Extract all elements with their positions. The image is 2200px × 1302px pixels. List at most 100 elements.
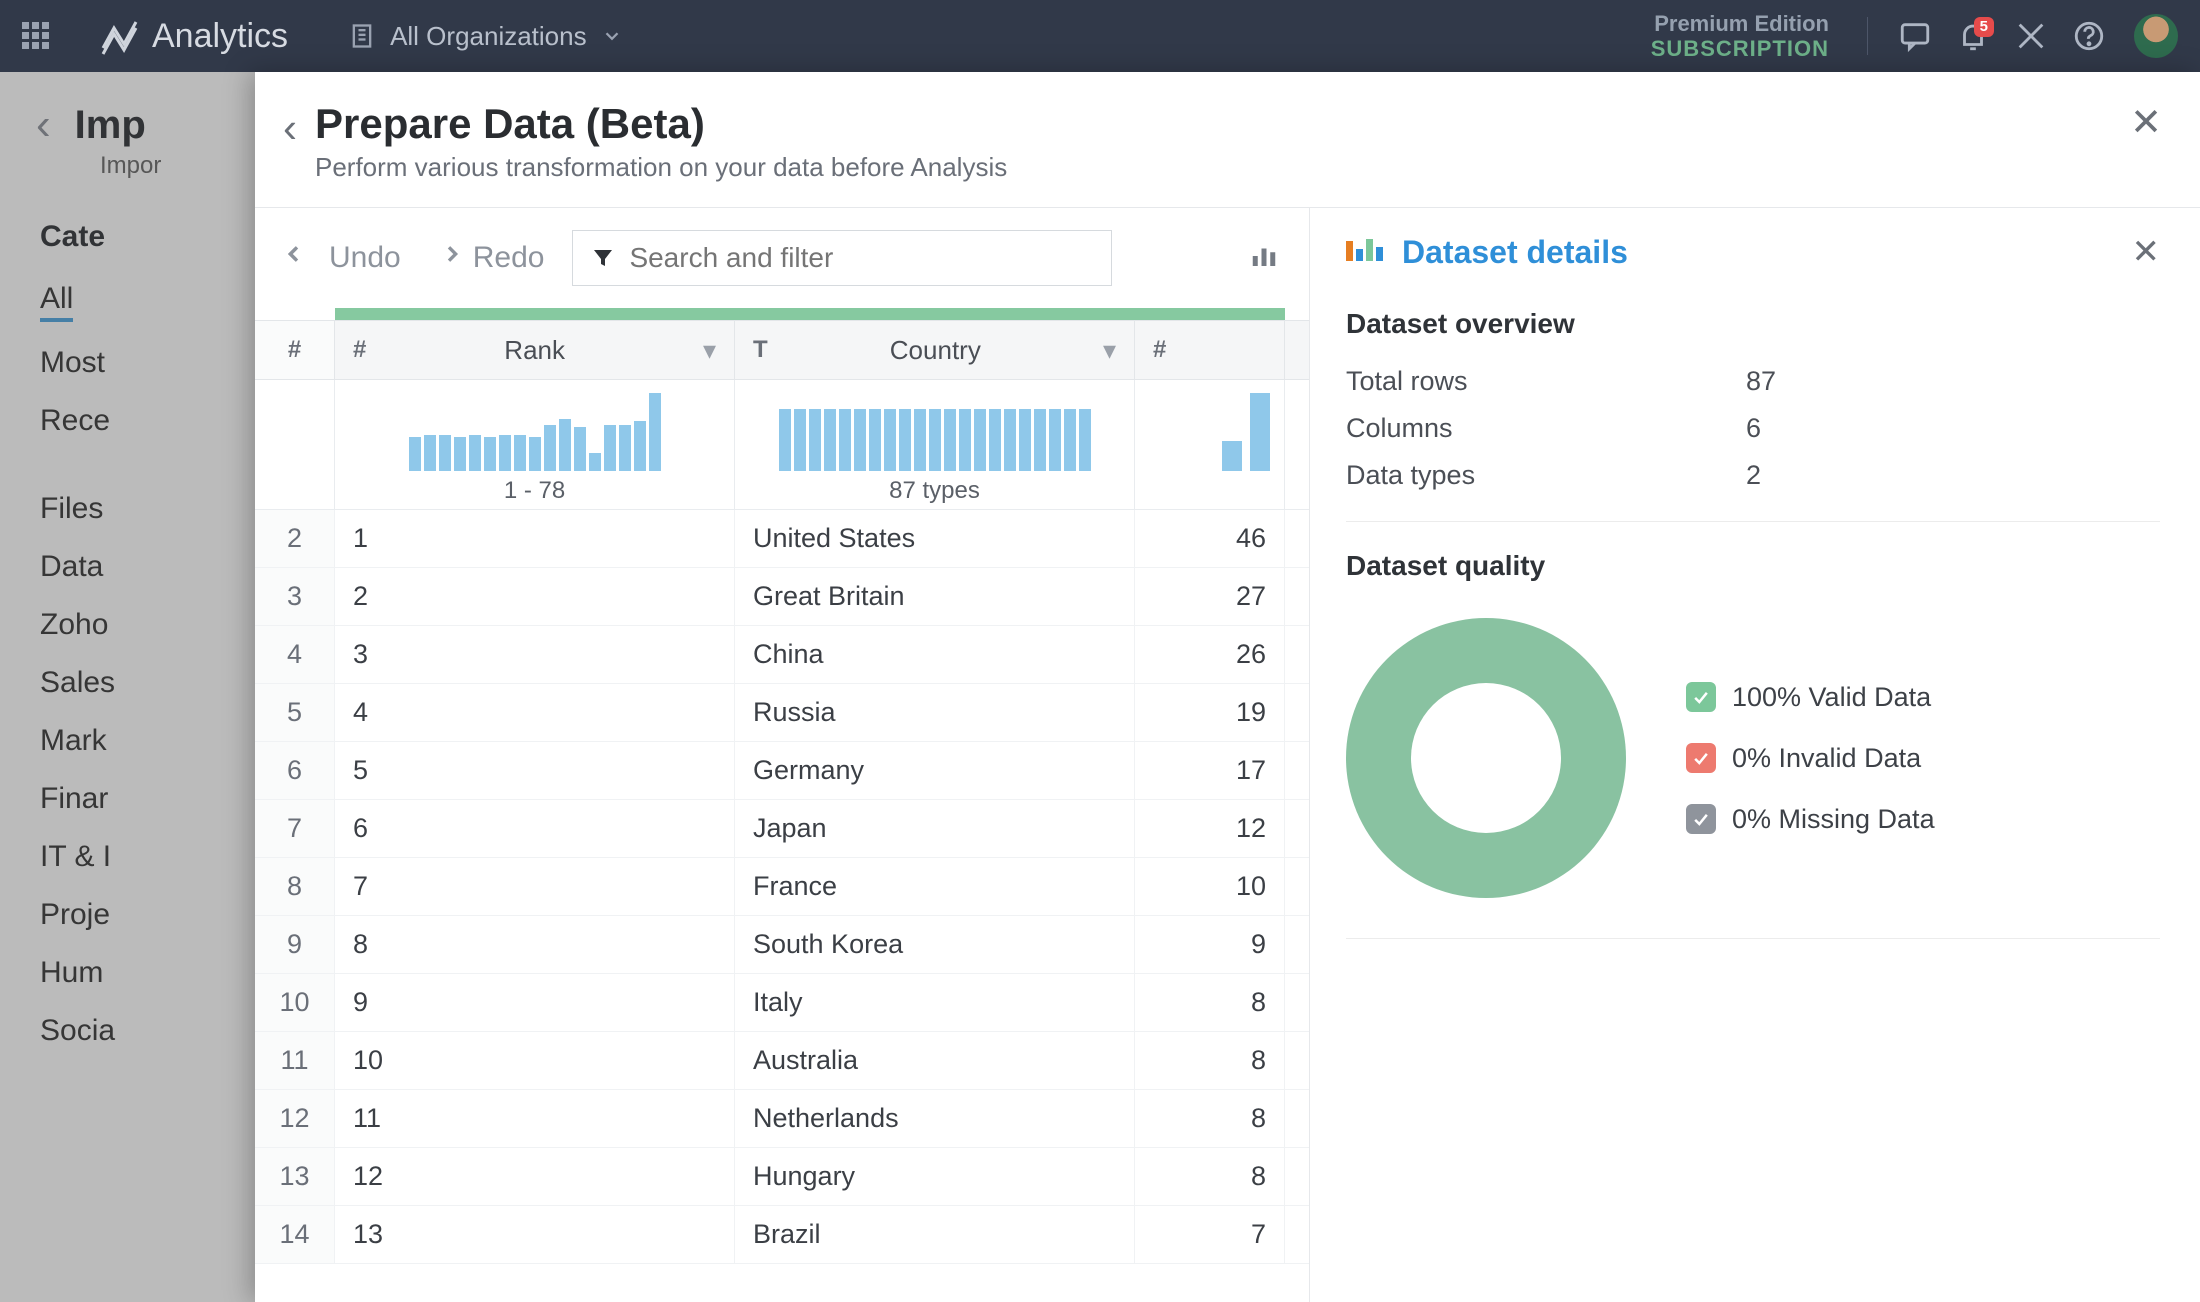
table-row[interactable]: 87France10	[255, 858, 1309, 916]
search-field[interactable]	[629, 242, 1093, 274]
chevron-down-icon[interactable]: ▾	[703, 335, 716, 366]
subscription-badge[interactable]: Premium Edition SUBSCRIPTION	[1651, 11, 1829, 62]
cell-country[interactable]: Italy	[735, 974, 1135, 1031]
value-header[interactable]: #	[1135, 321, 1285, 379]
cell-country[interactable]: Hungary	[735, 1148, 1135, 1205]
org-switcher[interactable]: All Organizations	[348, 21, 623, 52]
cell-value[interactable]: 27	[1135, 568, 1285, 625]
dtypes-value: 2	[1746, 460, 1761, 491]
row-index: 5	[255, 684, 335, 741]
table-row[interactable]: 1110Australia8	[255, 1032, 1309, 1090]
country-histogram[interactable]: 87 types	[735, 380, 1135, 509]
cell-value[interactable]: 17	[1135, 742, 1285, 799]
cell-value[interactable]: 26	[1135, 626, 1285, 683]
cell-rank[interactable]: 4	[335, 684, 735, 741]
cell-rank[interactable]: 12	[335, 1148, 735, 1205]
legend-valid: 100% Valid Data	[1686, 682, 1935, 713]
brand-text: Analytics	[152, 17, 288, 56]
check-icon	[1686, 682, 1716, 712]
table-row[interactable]: 1211Netherlands8	[255, 1090, 1309, 1148]
kv-total-rows: Total rows 87	[1346, 358, 2160, 405]
rownum-header[interactable]: #	[255, 321, 335, 379]
table-row[interactable]: 32Great Britain27	[255, 568, 1309, 626]
chart-toggle-icon[interactable]	[1249, 241, 1279, 276]
cell-rank[interactable]: 8	[335, 916, 735, 973]
row-index: 8	[255, 858, 335, 915]
table-row[interactable]: 65Germany17	[255, 742, 1309, 800]
cell-country[interactable]: Australia	[735, 1032, 1135, 1089]
table-row[interactable]: 109Italy8	[255, 974, 1309, 1032]
panel-title: Prepare Data (Beta)	[315, 100, 1007, 148]
table-row[interactable]: 21United States46	[255, 510, 1309, 568]
cell-rank[interactable]: 2	[335, 568, 735, 625]
row-index: 12	[255, 1090, 335, 1147]
notifications-icon[interactable]: 5	[1956, 19, 1990, 53]
cell-rank[interactable]: 11	[335, 1090, 735, 1147]
search-filter-input[interactable]	[572, 230, 1112, 286]
cell-country[interactable]: South Korea	[735, 916, 1135, 973]
check-icon	[1686, 804, 1716, 834]
check-icon	[1686, 743, 1716, 773]
prepare-data-panel: ‹ Prepare Data (Beta) Perform various tr…	[255, 72, 2200, 1302]
row-index: 7	[255, 800, 335, 857]
cell-country[interactable]: Brazil	[735, 1206, 1135, 1263]
cell-value[interactable]: 8	[1135, 1090, 1285, 1147]
close-icon[interactable]: ✕	[2130, 100, 2162, 145]
cell-country[interactable]: United States	[735, 510, 1135, 567]
panel-back-icon[interactable]: ‹	[283, 104, 297, 152]
cell-value[interactable]: 8	[1135, 1148, 1285, 1205]
table-row[interactable]: 1312Hungary8	[255, 1148, 1309, 1206]
cell-rank[interactable]: 7	[335, 858, 735, 915]
tools-icon[interactable]	[2014, 19, 2048, 53]
cell-rank[interactable]: 3	[335, 626, 735, 683]
cell-country[interactable]: Russia	[735, 684, 1135, 741]
cell-value[interactable]: 46	[1135, 510, 1285, 567]
cell-value[interactable]: 8	[1135, 1032, 1285, 1089]
panel-header: ‹ Prepare Data (Beta) Perform various tr…	[255, 72, 2200, 208]
cell-country[interactable]: Netherlands	[735, 1090, 1135, 1147]
cell-rank[interactable]: 5	[335, 742, 735, 799]
cell-country[interactable]: Great Britain	[735, 568, 1135, 625]
dataset-details-title: Dataset details	[1402, 234, 1628, 271]
cell-value[interactable]: 19	[1135, 684, 1285, 741]
dataset-details-icon	[1346, 239, 1386, 266]
avatar[interactable]	[2134, 14, 2178, 58]
apps-grid-icon[interactable]	[22, 22, 50, 50]
help-icon[interactable]	[2072, 19, 2106, 53]
quality-donut-chart	[1346, 618, 1626, 898]
chevron-down-icon	[601, 25, 623, 47]
cell-value[interactable]: 8	[1135, 974, 1285, 1031]
cell-country[interactable]: China	[735, 626, 1135, 683]
table-row[interactable]: 54Russia19	[255, 684, 1309, 742]
chat-icon[interactable]	[1898, 19, 1932, 53]
table-row[interactable]: 76Japan12	[255, 800, 1309, 858]
cell-value[interactable]: 12	[1135, 800, 1285, 857]
cell-rank[interactable]: 9	[335, 974, 735, 1031]
details-close-icon[interactable]: ✕	[2132, 232, 2161, 272]
notification-count-badge: 5	[1974, 17, 1994, 37]
cell-country[interactable]: Germany	[735, 742, 1135, 799]
cell-value[interactable]: 9	[1135, 916, 1285, 973]
cell-value[interactable]: 7	[1135, 1206, 1285, 1263]
cell-value[interactable]: 10	[1135, 858, 1285, 915]
data-rows[interactable]: 21United States4632Great Britain2743Chin…	[255, 510, 1309, 1302]
row-index: 2	[255, 510, 335, 567]
undo-button[interactable]: Undo	[285, 241, 401, 275]
table-row[interactable]: 1413Brazil7	[255, 1206, 1309, 1264]
redo-button[interactable]: Redo	[429, 241, 545, 275]
chevron-down-icon[interactable]: ▾	[1103, 335, 1116, 366]
country-header[interactable]: T Country ▾	[735, 321, 1135, 379]
cell-rank[interactable]: 13	[335, 1206, 735, 1263]
table-row[interactable]: 98South Korea9	[255, 916, 1309, 974]
cell-country[interactable]: France	[735, 858, 1135, 915]
number-type-icon: #	[1153, 336, 1166, 364]
cell-rank[interactable]: 6	[335, 800, 735, 857]
cell-rank[interactable]: 10	[335, 1032, 735, 1089]
brand[interactable]: Analytics	[100, 16, 288, 56]
value-histogram[interactable]	[1135, 380, 1285, 509]
cell-rank[interactable]: 1	[335, 510, 735, 567]
rank-header[interactable]: # Rank ▾	[335, 321, 735, 379]
rank-histogram[interactable]: 1 - 78	[335, 380, 735, 509]
table-row[interactable]: 43China26	[255, 626, 1309, 684]
cell-country[interactable]: Japan	[735, 800, 1135, 857]
